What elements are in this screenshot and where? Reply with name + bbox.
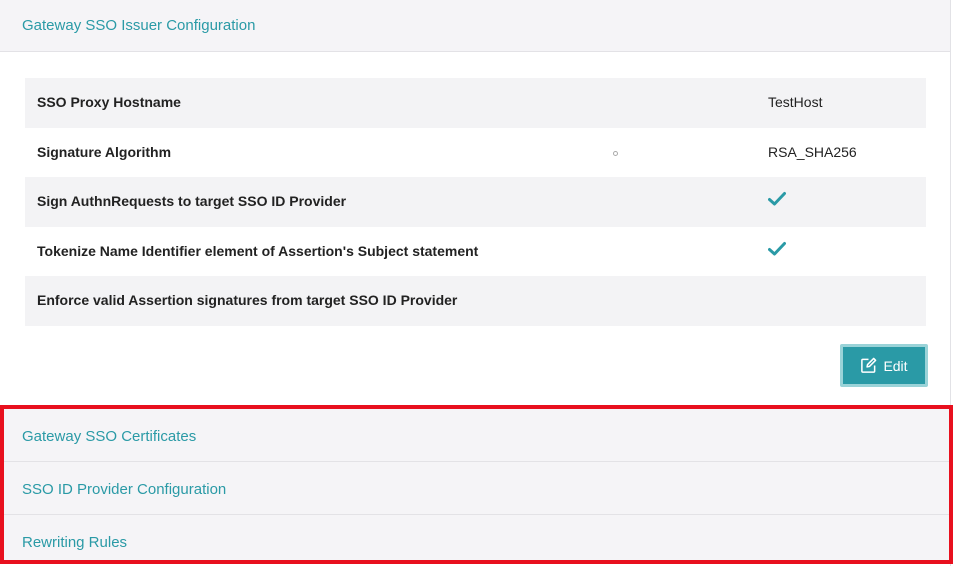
row-value: TestHost [768,94,823,110]
row-label: Enforce valid Assertion signatures from … [37,292,458,309]
table-row: Enforce valid Assertion signatures from … [25,276,926,326]
row-label: Tokenize Name Identifier element of Asse… [37,242,479,259]
table-row: Signature Algorithm RSA_SHA256 [25,128,926,178]
issuer-configuration-title[interactable]: Gateway SSO Issuer Configuration [22,17,255,34]
edit-button[interactable]: Edit [840,344,928,387]
issuer-configuration-header[interactable]: Gateway SSO Issuer Configuration [0,0,950,52]
row-label: Signature Algorithm [37,143,172,160]
edit-icon [861,357,877,373]
table-row: Sign AuthnRequests to target SSO ID Prov… [25,177,926,227]
row-label: Sign AuthnRequests to target SSO ID Prov… [37,193,347,210]
table-row: SSO Proxy Hostname TestHost [25,78,926,128]
check-icon [768,241,786,256]
check-icon [768,192,786,206]
highlight-box [0,405,953,564]
bullet-icon [613,150,618,156]
table-row: Tokenize Name Identifier element of Asse… [25,227,926,277]
edit-button-label: Edit [883,357,908,374]
row-label: SSO Proxy Hostname [37,94,181,110]
issuer-configuration-table: SSO Proxy Hostname TestHost Signature Al… [25,78,926,326]
row-value: RSA_SHA256 [768,143,857,160]
